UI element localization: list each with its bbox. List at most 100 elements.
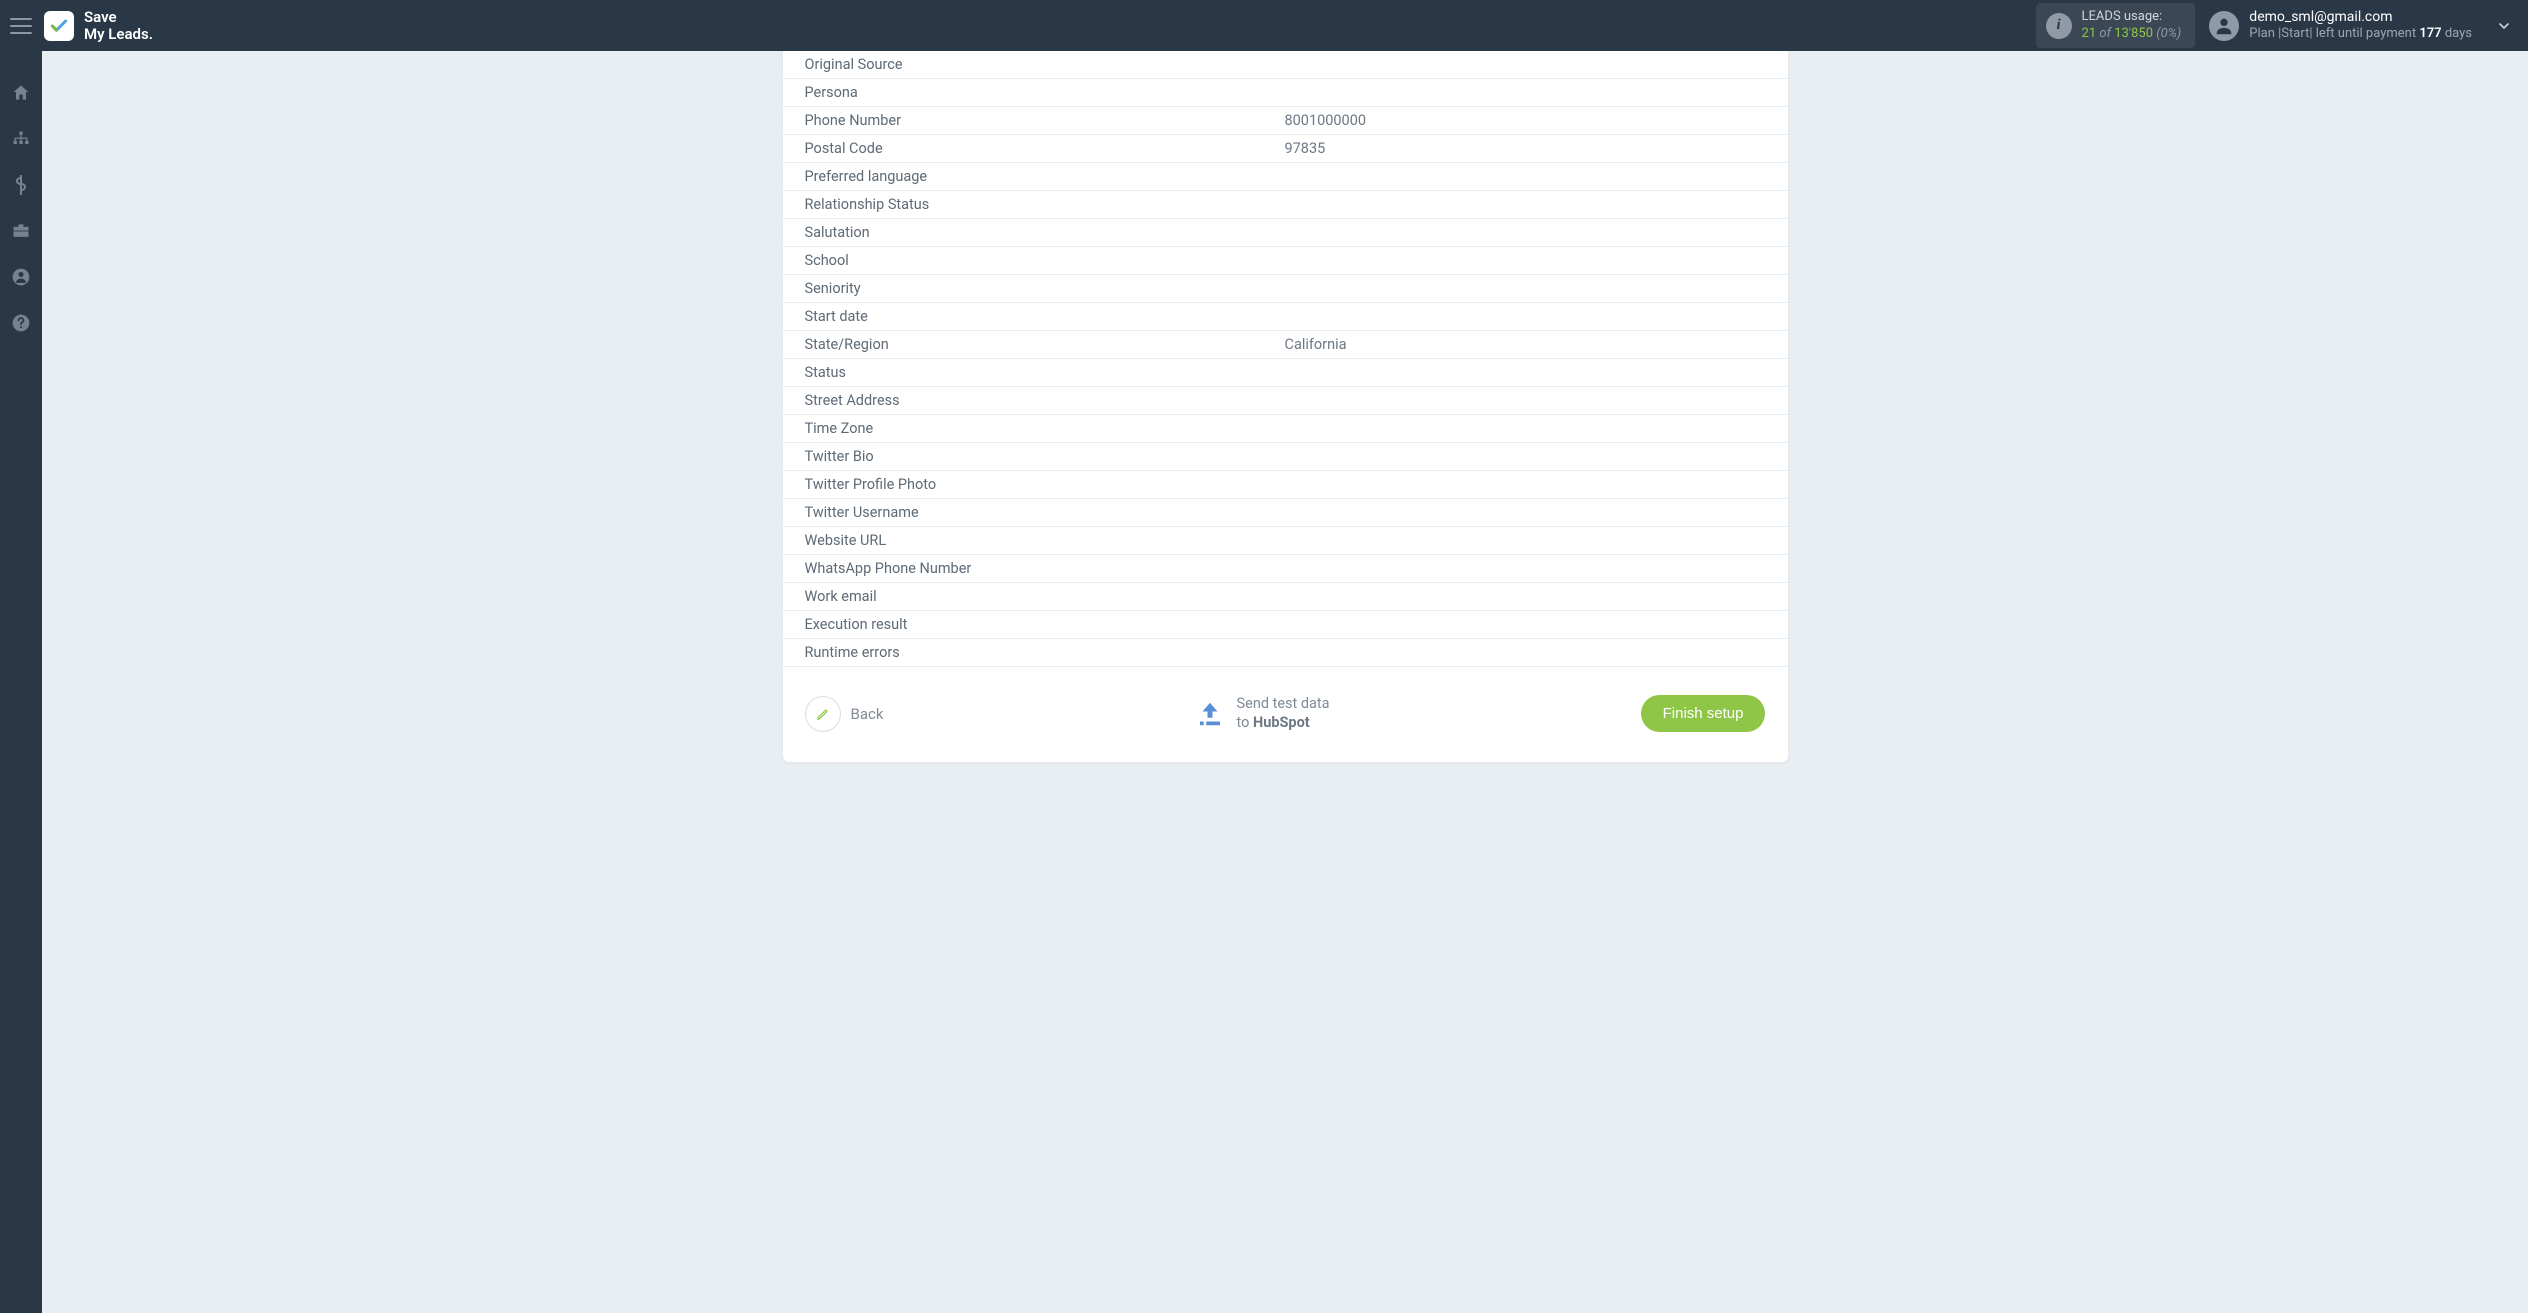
card: Original Source Persona Phone Number800100…: [783, 51, 1788, 762]
field-row: Persona: [783, 79, 1788, 107]
field-value: [1285, 616, 1766, 633]
logo-line1: Save: [84, 9, 153, 26]
field-label: Preferred language: [805, 168, 1285, 185]
logo-text[interactable]: Save My Leads.: [84, 9, 153, 42]
back-label: Back: [851, 705, 884, 723]
field-label: Work email: [805, 588, 1285, 605]
nav-account-icon[interactable]: [11, 267, 31, 287]
field-label: State/Region: [805, 336, 1285, 353]
usage-title: LEADS usage:: [2082, 9, 2182, 25]
sidebar: [0, 51, 42, 1313]
field-label: Relationship Status: [805, 196, 1285, 213]
field-label: Salutation: [805, 224, 1285, 241]
field-value: [1285, 56, 1766, 73]
field-row: Time Zone: [783, 415, 1788, 443]
field-value: 97835: [1285, 140, 1766, 157]
info-icon: i: [2046, 13, 2072, 39]
field-value: [1285, 252, 1766, 269]
field-label: Postal Code: [805, 140, 1285, 157]
field-value: [1285, 448, 1766, 465]
field-row: Execution result: [783, 611, 1788, 639]
field-value: [1285, 168, 1766, 185]
usage-percent: (0%): [2156, 26, 2181, 41]
hamburger-icon[interactable]: [10, 18, 32, 34]
field-row: Seniority: [783, 275, 1788, 303]
field-row: Original Source: [783, 51, 1788, 79]
field-row: Twitter Username: [783, 499, 1788, 527]
chevron-down-icon[interactable]: [2496, 18, 2512, 34]
field-value: [1285, 224, 1766, 241]
pencil-icon: [805, 696, 841, 732]
field-row: Start date: [783, 303, 1788, 331]
finish-setup-button[interactable]: Finish setup: [1641, 695, 1766, 732]
field-row: Preferred language: [783, 163, 1788, 191]
field-value: [1285, 588, 1766, 605]
nav-billing-icon[interactable]: [14, 175, 28, 195]
footer: Back Send test data to HubSpot Finish se…: [783, 667, 1788, 732]
nav-integrations-icon[interactable]: [11, 129, 31, 149]
field-label: Twitter Username: [805, 504, 1285, 521]
field-value: [1285, 560, 1766, 577]
topbar: Save My Leads. i LEADS usage: 21 of 13'8…: [0, 0, 2528, 51]
send-test-data-button[interactable]: Send test data to HubSpot: [1195, 695, 1330, 731]
field-value: [1285, 280, 1766, 297]
field-value: [1285, 644, 1766, 661]
field-value: [1285, 476, 1766, 493]
field-value: [1285, 364, 1766, 381]
usage-of: of: [2099, 26, 2111, 41]
field-label: Runtime errors: [805, 644, 1285, 661]
field-value: [1285, 504, 1766, 521]
field-value: California: [1285, 336, 1766, 353]
field-row: WhatsApp Phone Number: [783, 555, 1788, 583]
field-value: [1285, 532, 1766, 549]
field-value: [1285, 308, 1766, 325]
usage-text: LEADS usage: 21 of 13'850 (0%): [2082, 9, 2182, 42]
user-box[interactable]: demo_sml@gmail.com Plan |Start| left unt…: [2209, 9, 2472, 43]
field-row: Work email: [783, 583, 1788, 611]
user-plan: Plan |Start| left until payment 177 days: [2249, 26, 2472, 42]
field-row: State/RegionCalifornia: [783, 331, 1788, 359]
field-row: Twitter Bio: [783, 443, 1788, 471]
usage-current: 21: [2082, 26, 2097, 41]
logo-icon[interactable]: [44, 11, 74, 41]
upload-icon: [1195, 699, 1225, 729]
field-value: [1285, 392, 1766, 409]
fields-list: Original Source Persona Phone Number800100…: [783, 51, 1788, 667]
field-label: Execution result: [805, 616, 1285, 633]
field-label: Time Zone: [805, 420, 1285, 437]
field-label: Persona: [805, 84, 1285, 101]
send-line1: Send test data: [1237, 695, 1330, 713]
send-text: Send test data to HubSpot: [1237, 695, 1330, 731]
field-label: WhatsApp Phone Number: [805, 560, 1285, 577]
nav-briefcase-icon[interactable]: [11, 221, 31, 241]
back-button[interactable]: Back: [805, 696, 884, 732]
field-row: Twitter Profile Photo: [783, 471, 1788, 499]
field-value: [1285, 420, 1766, 437]
field-row: Relationship Status: [783, 191, 1788, 219]
user-email: demo_sml@gmail.com: [2249, 9, 2472, 27]
field-row: Runtime errors: [783, 639, 1788, 667]
avatar-icon: [2209, 11, 2239, 41]
field-label: Twitter Bio: [805, 448, 1285, 465]
field-label: School: [805, 252, 1285, 269]
field-row: Postal Code97835: [783, 135, 1788, 163]
field-row: School: [783, 247, 1788, 275]
usage-box[interactable]: i LEADS usage: 21 of 13'850 (0%): [2036, 3, 2196, 48]
user-text: demo_sml@gmail.com Plan |Start| left unt…: [2249, 9, 2472, 43]
field-label: Website URL: [805, 532, 1285, 549]
field-row: Street Address: [783, 387, 1788, 415]
field-row: Salutation: [783, 219, 1788, 247]
field-value: [1285, 196, 1766, 213]
field-label: Original Source: [805, 56, 1285, 73]
field-label: Status: [805, 364, 1285, 381]
field-row: Phone Number8001000000: [783, 107, 1788, 135]
usage-total: 13'850: [2114, 26, 2153, 41]
field-value: [1285, 84, 1766, 101]
field-label: Street Address: [805, 392, 1285, 409]
field-label: Start date: [805, 308, 1285, 325]
field-label: Seniority: [805, 280, 1285, 297]
logo-line2: My Leads.: [84, 26, 153, 43]
main-content: Original Source Persona Phone Number800100…: [42, 51, 2528, 1313]
nav-help-icon[interactable]: [11, 313, 31, 333]
nav-home-icon[interactable]: [11, 83, 31, 103]
